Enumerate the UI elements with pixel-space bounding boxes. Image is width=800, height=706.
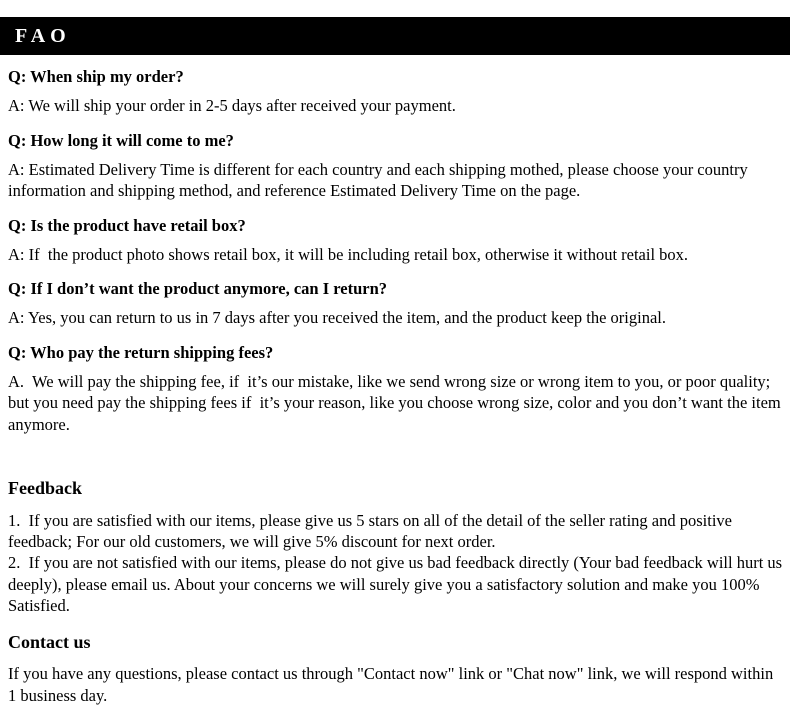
faq-question: Q: How long it will come to me? [8,130,234,150]
page-title-bar: FAO [0,17,790,55]
faq-item: Q: How long it will come to me? A: Estim… [8,130,783,202]
faq-item: Q: If I don’t want the product anymore, … [8,278,783,329]
faq-question: Q: Who pay the return shipping fees? [8,342,274,362]
feedback-paragraph: 1. If you are satisfied with our items, … [8,510,737,551]
faq-answer: A: Yes, you can return to us in 7 days a… [8,308,666,328]
page-title: FAO [15,25,71,47]
feedback-heading: Feedback [8,478,82,499]
faq-question: Q: If I don’t want the product anymore, … [8,279,388,299]
faq-question: Q: Is the product have retail box? [8,215,246,235]
faq-answer: A: Estimated Delivery Time is different … [8,159,752,201]
faq-answer: A: We will ship your order in 2-5 days a… [8,96,456,116]
feedback-section: Feedback 1. If you are satisfied with ou… [8,448,783,617]
faq-page: FAO Q: When ship my order? A: We will sh… [0,0,800,705]
faq-item: Q: Is the product have retail box? A: If… [8,215,783,266]
feedback-paragraph: 2. If you are not satisfied with our ite… [8,553,787,616]
faq-content: Q: When ship my order? A: We will ship y… [8,66,783,706]
contact-heading: Contact us [8,631,91,652]
faq-item: Q: Who pay the return shipping fees? A. … [8,342,783,435]
faq-answer: A. We will pay the shipping fee, if it’s… [8,371,785,434]
faq-question: Q: When ship my order? [8,67,184,86]
contact-section: Contact us If you have any questions, pl… [8,617,783,706]
faq-answer: A: If the product photo shows retail box… [8,244,689,264]
faq-item: Q: When ship my order? A: We will ship y… [8,66,783,117]
